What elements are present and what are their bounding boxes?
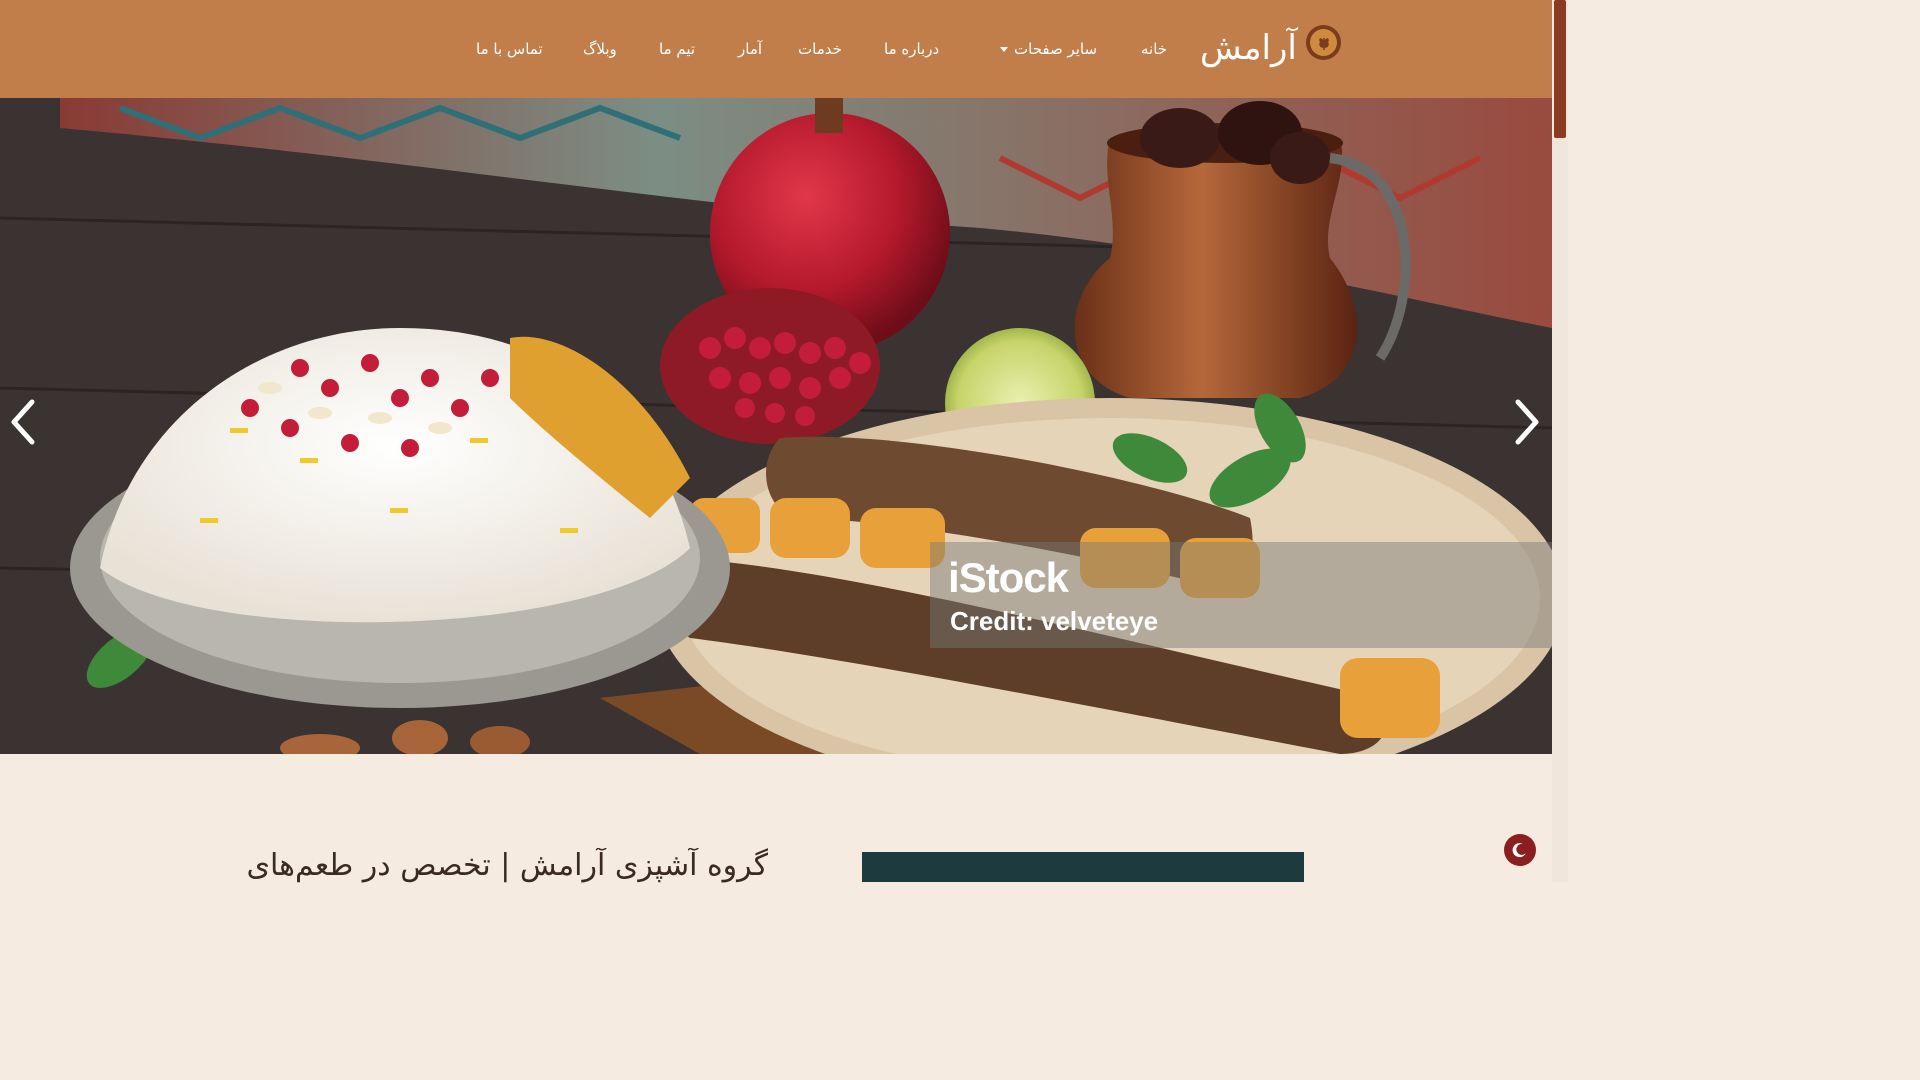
intro-image: [862, 852, 1304, 882]
carousel-next-button[interactable]: [1512, 398, 1546, 448]
nav-stats[interactable]: آمار: [738, 36, 762, 62]
chevron-left-icon: [11, 399, 35, 445]
intro-heading: گروه آشپزی آرامش | تخصص در طعم‌های: [246, 848, 768, 883]
nav-other-pages-dropdown[interactable]: سایر صفحات: [1000, 36, 1097, 62]
watermark-credit: Credit: velveteye: [950, 606, 1159, 636]
nav-blog[interactable]: وبلاگ: [583, 36, 617, 62]
hero-carousel: iStock Credit: velveteye: [0, 98, 1552, 754]
chevron-right-icon: [1515, 399, 1539, 445]
carousel-prev-button[interactable]: [8, 398, 42, 448]
watermark-brand: iStock: [948, 554, 1069, 601]
nav-team[interactable]: تیم ما: [659, 36, 695, 62]
nav-contact[interactable]: تماس با ما: [476, 36, 543, 62]
nav-other-pages-label: سایر صفحات: [1014, 40, 1098, 58]
nav-home[interactable]: خانه: [1141, 36, 1167, 62]
nav-about[interactable]: درباره ما: [884, 36, 939, 62]
logo[interactable]: [1306, 25, 1341, 60]
nav-services[interactable]: خدمات: [798, 36, 842, 62]
moon-icon: [1512, 843, 1526, 858]
stock-watermark: iStock Credit: velveteye: [930, 542, 1552, 648]
dark-mode-toggle[interactable]: [1504, 834, 1536, 866]
scrollbar-thumb[interactable]: [1554, 0, 1566, 138]
hero-food-image: [0, 98, 1552, 754]
wheat-logo-icon: [1310, 29, 1337, 56]
brand-name[interactable]: آرامش: [1200, 24, 1297, 72]
chevron-down-icon: [1000, 46, 1008, 52]
